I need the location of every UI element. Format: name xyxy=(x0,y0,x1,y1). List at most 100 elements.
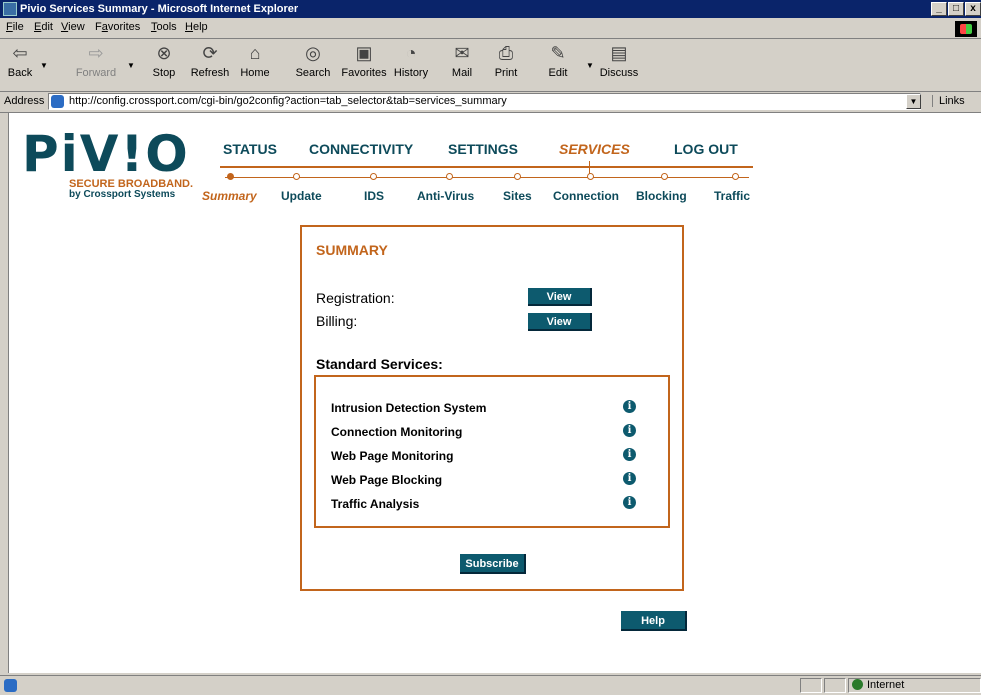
subnav-update[interactable]: Update xyxy=(281,189,322,203)
menu-favorites[interactable]: Favorites xyxy=(95,21,140,33)
subscribe-button[interactable]: Subscribe xyxy=(460,554,526,574)
menu-bar: File Edit View Favorites Tools Help xyxy=(0,18,981,39)
home-icon: ⌂ xyxy=(249,43,261,63)
edit-dropdown-icon[interactable]: ▼ xyxy=(586,61,594,70)
stop-icon: ⊗ xyxy=(156,43,172,63)
menu-view[interactable]: View xyxy=(61,21,85,33)
status-cell xyxy=(824,678,846,693)
service-web-page-blocking-label: Web Page Blocking xyxy=(331,473,443,487)
edit-icon: ✎ xyxy=(550,43,566,63)
registration-label: Registration: xyxy=(316,290,395,306)
service-traffic-analysis-label: Traffic Analysis xyxy=(331,497,420,511)
history-button[interactable]: ◔ History xyxy=(392,41,430,79)
address-label: Address xyxy=(4,95,45,107)
billing-view-button[interactable]: View xyxy=(528,313,592,331)
subnav-dot-antivirus xyxy=(446,173,453,180)
menu-tools[interactable]: Tools xyxy=(151,21,177,33)
subnav-dot-blocking xyxy=(661,173,668,180)
subnav-track xyxy=(225,177,749,178)
window-titlebar: Pivio Services Summary - Microsoft Inter… xyxy=(0,0,981,18)
subnav-dot-ids xyxy=(370,173,377,180)
registration-view-button[interactable]: View xyxy=(528,288,592,306)
service-connection-monitoring-label: Connection Monitoring xyxy=(331,425,463,439)
search-icon: ◎ xyxy=(305,43,321,63)
address-bar: Address http://config.crossport.com/cgi-… xyxy=(0,92,981,113)
info-icon[interactable]: i xyxy=(623,424,636,437)
subnav-blocking[interactable]: Blocking xyxy=(636,189,687,203)
subnav-summary[interactable]: Summary xyxy=(202,189,257,203)
window-title: Pivio Services Summary - Microsoft Inter… xyxy=(20,3,299,15)
home-button[interactable]: ⌂ Home xyxy=(238,41,272,79)
refresh-icon: ⟳ xyxy=(202,43,218,63)
nav-status[interactable]: STATUS xyxy=(223,141,277,157)
back-button[interactable]: ⇦ Back xyxy=(3,41,37,79)
print-button[interactable]: ⎙ Print xyxy=(492,41,520,79)
standard-services-box: Intrusion Detection System i Connection … xyxy=(314,375,670,528)
minimize-button[interactable]: _ xyxy=(931,2,947,16)
back-arrow-icon: ⇦ xyxy=(12,43,28,63)
subnav-ids[interactable]: IDS xyxy=(364,189,384,203)
search-button[interactable]: ◎ Search xyxy=(292,41,334,79)
links-toolbar[interactable]: Links xyxy=(932,95,965,107)
summary-panel: SUMMARY Registration: View Billing: View… xyxy=(300,225,684,591)
subnav-dot-connection xyxy=(587,173,594,180)
logo-byline: by Crossport Systems xyxy=(69,189,176,200)
forward-button[interactable]: ⇨ Forward xyxy=(73,41,119,79)
nav-services[interactable]: SERVICES xyxy=(559,141,630,157)
subnav-sites[interactable]: Sites xyxy=(503,189,532,203)
subnav-dot-sites xyxy=(514,173,521,180)
mail-button[interactable]: ✉ Mail xyxy=(448,41,476,79)
mail-icon: ✉ xyxy=(454,43,470,63)
print-icon: ⎙ xyxy=(498,43,514,63)
info-icon[interactable]: i xyxy=(623,496,636,509)
nav-connectivity[interactable]: CONNECTIVITY xyxy=(309,141,413,157)
logo-wordmark: PiV!O xyxy=(22,125,190,183)
subnav-dot-update xyxy=(293,173,300,180)
zone-indicator: Internet xyxy=(852,679,904,691)
refresh-button[interactable]: ⟳ Refresh xyxy=(188,41,232,79)
nav-logout[interactable]: LOG OUT xyxy=(674,141,738,157)
nav-divider xyxy=(220,166,753,168)
subnav-connection[interactable]: Connection xyxy=(553,189,619,203)
standard-services-title: Standard Services: xyxy=(316,356,443,372)
page-content: PiV!O SECURE BROADBAND. by Crossport Sys… xyxy=(8,113,981,673)
menu-help[interactable]: Help xyxy=(185,21,208,33)
menu-file[interactable]: File xyxy=(6,21,24,33)
stop-button[interactable]: ⊗ Stop xyxy=(147,41,181,79)
summary-title: SUMMARY xyxy=(316,242,388,258)
discuss-button[interactable]: ▤ Discuss xyxy=(598,41,640,79)
history-icon: ◔ xyxy=(405,43,417,63)
info-icon[interactable]: i xyxy=(623,448,636,461)
edit-button[interactable]: ✎ Edit xyxy=(545,41,571,79)
favorites-button[interactable]: ▣ Favorites xyxy=(338,41,390,79)
maximize-button[interactable]: □ xyxy=(948,2,964,16)
service-web-page-monitoring-label: Web Page Monitoring xyxy=(331,449,454,463)
back-dropdown-icon[interactable]: ▼ xyxy=(40,61,48,70)
page-status-icon xyxy=(4,679,17,692)
favorites-icon: ▣ xyxy=(355,43,373,63)
nav-settings[interactable]: SETTINGS xyxy=(448,141,518,157)
close-button[interactable]: x xyxy=(965,2,981,16)
status-cell xyxy=(800,678,822,693)
globe-icon xyxy=(852,679,863,690)
toolbar: ⇦ Back ▼ ⇨ Forward ▼ ⊗ Stop ⟳ Refresh ⌂ Home … xyxy=(0,39,981,92)
billing-label: Billing: xyxy=(316,313,358,329)
forward-arrow-icon: ⇨ xyxy=(88,43,104,63)
forward-dropdown-icon[interactable]: ▼ xyxy=(127,61,135,70)
subnav-antivirus[interactable]: Anti-Virus xyxy=(417,189,474,203)
info-icon[interactable]: i xyxy=(623,472,636,485)
menu-edit[interactable]: Edit xyxy=(34,21,53,33)
windows-logo-icon xyxy=(955,21,977,37)
subnav-traffic[interactable]: Traffic xyxy=(714,189,750,203)
page-icon xyxy=(51,95,64,108)
address-dropdown-icon[interactable]: ▼ xyxy=(906,94,921,109)
subnav-dot-traffic xyxy=(732,173,739,180)
discuss-icon: ▤ xyxy=(610,43,628,63)
address-input[interactable]: http://config.crossport.com/cgi-bin/go2c… xyxy=(48,93,921,110)
pivio-logo: PiV!O SECURE BROADBAND. by Crossport Sys… xyxy=(22,125,202,200)
address-url[interactable]: http://config.crossport.com/cgi-bin/go2c… xyxy=(69,95,507,107)
help-button[interactable]: Help xyxy=(621,611,687,631)
info-icon[interactable]: i xyxy=(623,400,636,413)
subnav-dot-summary xyxy=(227,173,234,180)
status-bar: Internet xyxy=(0,675,981,695)
